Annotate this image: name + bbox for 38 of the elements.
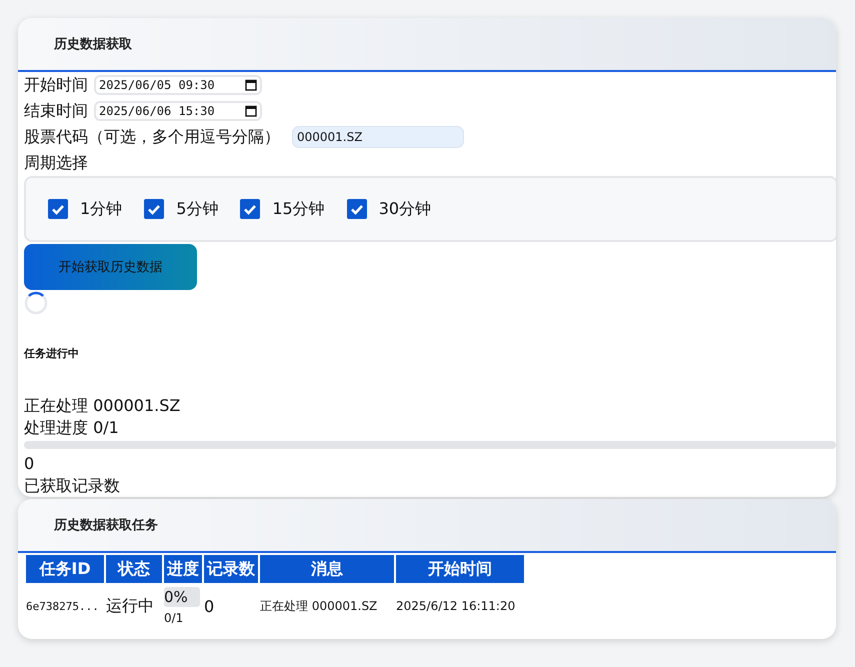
record-count-label: 已获取记录数 [24,475,121,497]
column-header: 记录数 [204,555,258,583]
period-option-label: 30分钟 [378,198,432,220]
period-option-label: 1分钟 [80,198,122,220]
column-header: 开始时间 [396,555,524,583]
status-cell-text: 运行中 [106,594,155,616]
stock-code-field[interactable]: 000001.SZ [292,126,464,148]
column-header: 消息 [260,555,394,583]
calendar-icon [245,105,257,117]
period-option-label: 15分钟 [272,198,325,220]
calendar-icon [245,79,257,91]
end-time-field[interactable]: 2025/06/06 15:30 [94,101,262,121]
start-fetch-button[interactable]: 开始获取历史数据 [24,244,197,290]
checkbox[interactable] [144,199,164,219]
end-time-label: 结束时间 [24,100,88,122]
panel-title: 历史数据获取任务 [54,517,158,534]
progress-count: 0/1 [164,611,184,625]
record-count: 0 [24,453,36,475]
status-message: 正在处理 000001.SZ [24,395,182,417]
progress-percent: 0% [164,588,188,606]
message-cell-text: 正在处理 000001.SZ [260,598,378,614]
column-header: 任务ID [26,555,104,583]
progress-text: 处理进度 0/1 [24,417,120,439]
stock-code-label: 股票代码（可选，多个用逗号分隔） [24,126,280,148]
start-time-label: 开始时间 [24,74,88,96]
checkbox[interactable] [48,199,68,219]
status-heading: 任务进行中 [24,346,80,361]
column-header: 进度 [164,555,202,583]
start-time-field[interactable]: 2025/06/05 09:30 [94,75,262,95]
start-time-cell-text: 2025/6/12 16:11:20 [396,598,516,615]
period-option-label: 5分钟 [176,198,218,220]
column-header: 状态 [106,555,162,583]
task-id-cell-text: 6e738275... [26,598,100,614]
records-cell-text: 0 [204,596,216,618]
checkbox[interactable] [240,199,260,219]
period-label: 周期选择 [24,152,89,174]
checkbox[interactable] [346,199,367,219]
panel-title: 历史数据获取 [54,36,132,53]
